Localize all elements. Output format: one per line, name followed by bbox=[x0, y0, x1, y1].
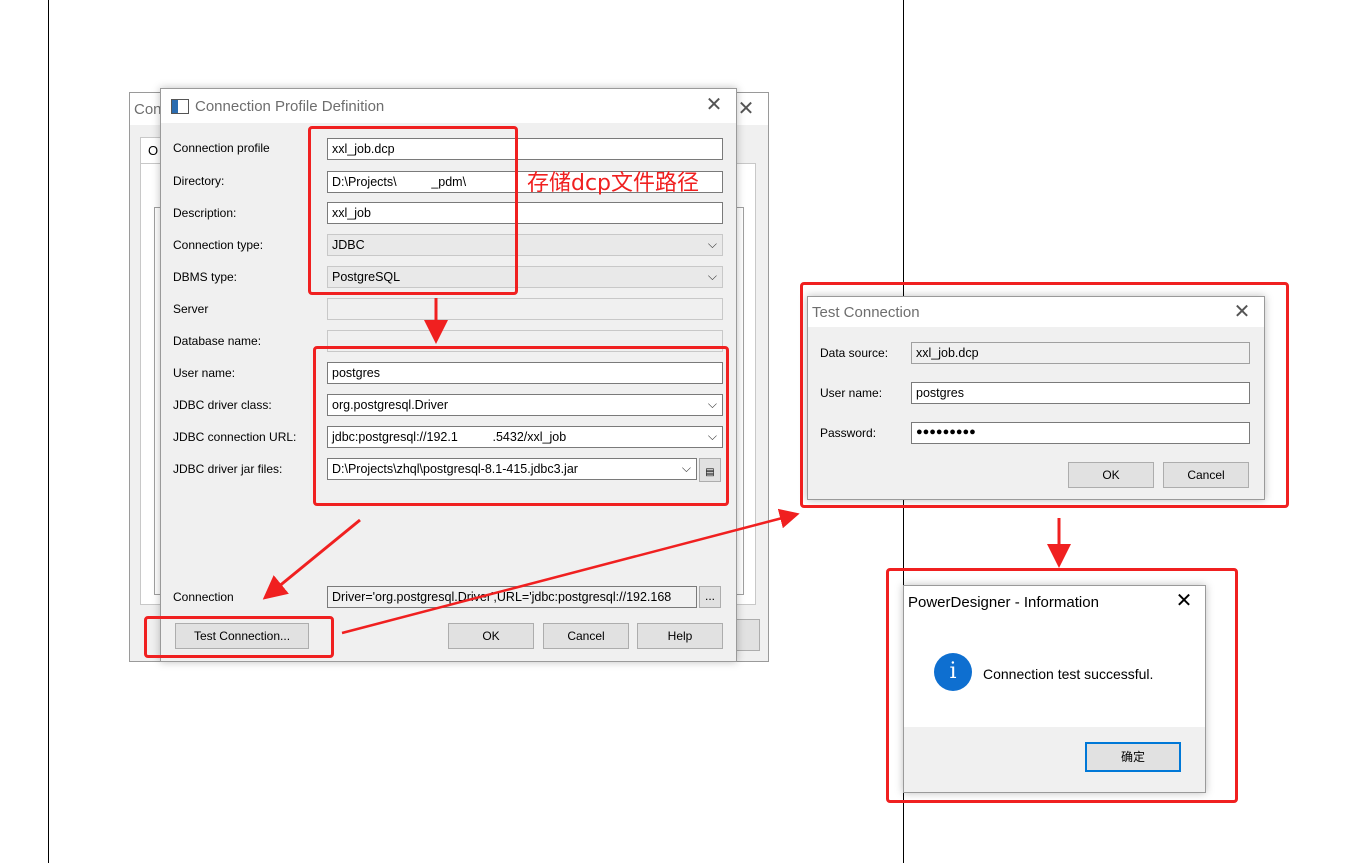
annotation-arrows bbox=[262, 298, 1071, 635]
arrow-to-test-dialog bbox=[341, 508, 800, 635]
arrow-to-connection-label bbox=[262, 518, 361, 600]
